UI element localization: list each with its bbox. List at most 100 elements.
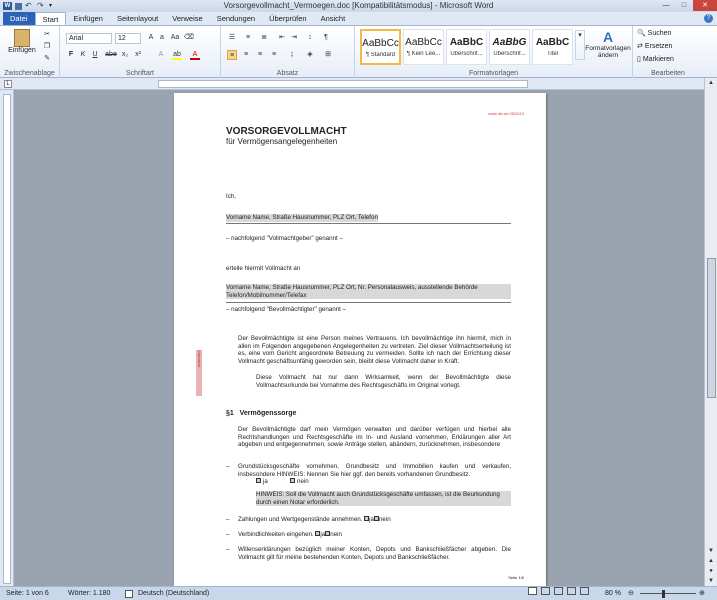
shading-icon[interactable]: ◈ [305,50,315,60]
cut-icon[interactable]: ✂ [42,30,52,40]
bullets-icon[interactable]: ☰ [227,33,237,43]
superscript-button[interactable]: x² [133,50,143,60]
font-family-select[interactable]: Arial [66,33,112,44]
draft-icon[interactable] [579,587,589,595]
paste-button[interactable]: Einfügen [8,29,36,54]
checkbox-nein-1[interactable]: nein [290,478,309,486]
document-page[interactable]: www.dtv.de 05/2013 VORSORGEVOLLMACHT für… [174,93,546,586]
status-bar: Seite: 1 von 6 Wörter: 1.180 Deutsch (De… [0,586,717,600]
tab-einfuegen[interactable]: Einfügen [66,12,110,25]
tab-seitenlayout[interactable]: Seitenlayout [110,12,165,25]
text-effects-icon[interactable]: A [156,50,166,60]
zoom-in-icon[interactable]: ⊕ [699,587,705,600]
subscript-button[interactable]: x₂ [120,50,130,60]
horizontal-ruler[interactable]: L [0,78,717,90]
grow-font-icon[interactable]: A [146,33,156,43]
find-button[interactable]: 🔍 Suchen [637,29,671,37]
next-page-icon[interactable]: ▼ [705,576,717,586]
select-button[interactable]: ▯ Markieren [637,55,674,63]
tab-selector[interactable]: L [4,80,12,88]
copy-icon[interactable]: ❐ [42,42,52,52]
clear-formatting-icon[interactable]: ⌫ [184,33,194,43]
bevollmaechtigter-field[interactable]: Vorname Name, Straße Hausnummer, PLZ Ort… [226,284,511,299]
language[interactable]: Deutsch (Deutschland) [138,587,209,600]
styles-more-icon[interactable]: ▾ [575,30,585,60]
change-styles-button[interactable]: A Formatvorlagen ändern [585,29,631,59]
bevollmaechtigter-note: – nachfolgend "Bevollmächtigter" genannt… [226,306,346,313]
style-titel[interactable]: AaBbC Titel [532,29,573,65]
help-icon[interactable]: ? [704,14,713,23]
replace-button[interactable]: ⇄ Ersetzen [637,42,672,50]
align-left-icon[interactable]: ≡ [227,50,237,60]
zoom-slider[interactable] [640,593,696,594]
underline-button[interactable]: U [90,50,100,60]
close-button[interactable]: ✕ [693,0,717,11]
font-label: Schriftart [125,70,154,77]
style-preview: AaBbG [492,37,527,48]
tab-sendungen[interactable]: Sendungen [210,12,262,25]
zoom-out-icon[interactable]: ⊖ [628,587,634,600]
item-zahlungen: Zahlungen und Wertgegenstände annehmen. … [238,516,391,524]
styles-group: AaBbCc ¶ Standard AaBbCc ¶ Kein Lee... A… [355,26,633,78]
strikethrough-button[interactable]: abe [104,50,118,60]
sort-icon[interactable]: ↕ [305,33,315,43]
page-count[interactable]: Seite: 1 von 6 [6,587,49,600]
increase-indent-icon[interactable]: ⇥ [289,33,299,43]
scroll-down-icon[interactable]: ▼ [705,546,717,556]
select-browse-object-icon[interactable]: ● [705,566,717,576]
style-ueberschrift-2[interactable]: AaBbG Überschrif... [489,29,530,65]
highlight-icon[interactable]: ab [172,50,182,60]
align-right-icon[interactable]: ≡ [255,50,265,60]
decrease-indent-icon[interactable]: ⇤ [277,33,287,43]
minimize-button[interactable]: — [657,0,675,11]
word-count[interactable]: Wörter: 1.180 [68,587,110,600]
style-name: ¶ Standard [365,52,396,58]
multilevel-list-icon[interactable]: ≣ [259,33,269,43]
style-ueberschrift-1[interactable]: AaBbC Überschrif... [446,29,487,65]
italic-button[interactable]: K [78,50,88,60]
prev-page-icon[interactable]: ▲ [705,556,717,566]
show-formatting-icon[interactable]: ¶ [321,33,331,43]
erteile-text: erteile hiermit Vollmacht an [226,265,301,272]
zoom-level[interactable]: 80 % [605,587,621,600]
web-layout-icon[interactable] [553,587,563,595]
checkbox-ja-1[interactable]: ja [256,478,268,486]
tab-ansicht[interactable]: Ansicht [314,12,353,25]
line-spacing-icon[interactable]: ↨ [287,50,297,60]
style-kein-leerraum[interactable]: AaBbCc ¶ Kein Lee... [403,29,444,65]
outline-icon[interactable] [566,587,576,595]
format-painter-icon[interactable]: ✎ [42,54,52,64]
document-title: VORSORGEVOLLMACHT [226,126,347,137]
clipboard-label: Zwischenablage [4,70,55,77]
tab-datei[interactable]: Datei [3,12,35,25]
zoom-slider-thumb[interactable] [662,590,665,598]
tab-verweise[interactable]: Verweise [165,12,209,25]
proofing-icon[interactable] [125,590,133,598]
font-size-select[interactable]: 12 [115,33,141,44]
bold-button[interactable]: F [66,50,76,60]
maximize-button[interactable]: □ [675,0,693,11]
style-standard[interactable]: AaBbCc ¶ Standard [360,29,401,65]
scroll-up-icon[interactable]: ▲ [705,78,717,88]
tab-ueberpruefen[interactable]: Überprüfen [262,12,314,25]
change-case-icon[interactable]: Aa [170,33,180,43]
borders-icon[interactable]: ⊞ [323,50,333,60]
style-name: Überschrif... [493,51,526,57]
print-layout-icon[interactable] [528,587,537,595]
tab-start[interactable]: Start [34,12,67,25]
document-area[interactable]: www.dtv.de 05/2013 VORSORGEVOLLMACHT für… [14,90,704,586]
vertical-scrollbar[interactable]: ▲ ▼ ▲ ● ▼ [704,78,717,586]
justify-icon[interactable]: ≡ [269,50,279,60]
page-footer: Seite 1/6 [508,575,524,580]
align-center-icon[interactable]: ≡ [241,50,251,60]
vertical-ruler[interactable] [0,90,14,586]
vollmachtgeber-field[interactable]: Vorname Name, Straße Hausnummer, PLZ Ort… [226,214,378,222]
bullet-dash: – [226,531,230,538]
font-color-icon[interactable]: A [190,50,200,60]
full-screen-reading-icon[interactable] [540,587,550,595]
bullet-dash: – [226,546,230,553]
scroll-thumb[interactable] [707,258,716,398]
numbering-icon[interactable]: ≡ [243,33,253,43]
title-bar: W ↶ ↷ ▾ Vorsorgevollmacht_Vermoegen.doc … [0,0,717,12]
shrink-font-icon[interactable]: a [157,33,167,43]
